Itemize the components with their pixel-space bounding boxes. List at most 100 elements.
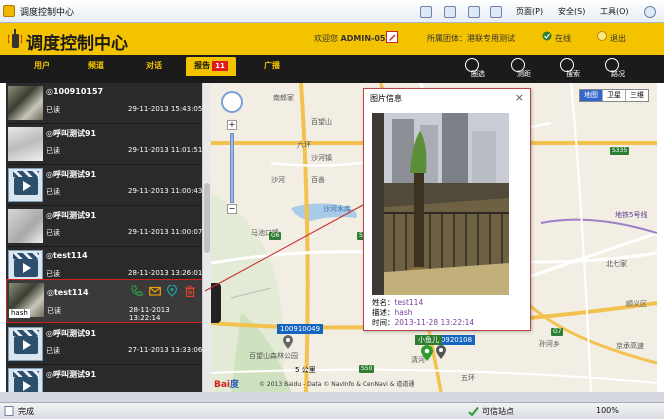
measure-tool[interactable]: 测距 (498, 58, 538, 82)
map-type-map[interactable]: 地图 (580, 90, 603, 101)
marker-label[interactable]: 100910049 (277, 324, 324, 334)
report-sender: ◎呼叫测试91 (46, 329, 97, 338)
tab-users[interactable]: 用户 (22, 55, 62, 83)
group-info: 所属团体：港联专用测试 (427, 34, 515, 43)
zoom-slider[interactable] (230, 133, 234, 203)
scrollbar-thumb[interactable] (204, 183, 210, 253)
app-title: 调度控制中心 (26, 34, 128, 54)
map-marker-icon[interactable] (283, 335, 293, 349)
road-tag: G6 (269, 232, 282, 240)
list-item[interactable]: ◎呼叫测试91 (6, 365, 204, 392)
report-sender: ◎test114 (46, 251, 88, 260)
reports-count-badge: 11 (212, 61, 228, 71)
mail-icon[interactable] (468, 4, 480, 19)
report-time: 28-11-2013 13:26:01 (128, 269, 203, 277)
list-item-selected[interactable]: hash ◎test114 已读 28-11-2013 13:22:14 (6, 279, 204, 323)
report-sender: ◎呼叫测试91 (46, 370, 97, 379)
home-icon[interactable] (420, 4, 432, 19)
trusted-sites-zone[interactable]: 可信站点 (482, 406, 514, 417)
page-menu[interactable]: 页面(P) (516, 4, 543, 19)
report-thumbnail[interactable] (8, 86, 43, 120)
sidebar-collapse-handle[interactable] (211, 283, 221, 323)
report-thumbnail[interactable] (8, 209, 43, 243)
report-sender: ◎呼叫测试91 (46, 170, 97, 179)
map-label: 百望山 (311, 118, 332, 126)
report-photo[interactable] (372, 113, 509, 295)
logout-link[interactable]: 退出 (610, 33, 626, 44)
rss-icon[interactable] (444, 4, 456, 19)
logout-icon[interactable] (597, 31, 607, 41)
sidebar-scrollbar[interactable] (202, 83, 211, 392)
report-thumbnail[interactable] (8, 127, 43, 161)
browser-page-title: 调度控制中心 (20, 8, 75, 18)
map-marker-icon[interactable] (421, 345, 433, 361)
report-status: 已读 (46, 347, 60, 355)
video-thumbnail[interactable] (8, 327, 43, 361)
image-info-popup: 图片信息 × 姓名：test114 描述：hash 时间：2013-11-28 … (363, 88, 531, 331)
mail-icon[interactable] (148, 285, 161, 297)
scale-label: 5 公里 (295, 366, 316, 374)
zoom-out-button[interactable]: − (227, 204, 237, 214)
list-item[interactable]: ◎呼叫测试91 已读 29-11-2013 11:00:43 (6, 165, 204, 206)
page-favicon-icon (3, 5, 15, 17)
road-tag: S50 (359, 365, 375, 373)
print-icon[interactable] (490, 4, 502, 19)
report-status: 已读 (46, 147, 60, 155)
browser-statusbar: 完成 可信站点 100% (0, 402, 664, 419)
list-item[interactable]: ◎呼叫测试91 已读 27-11-2013 13:33:06 (6, 324, 204, 365)
pan-control[interactable] (221, 91, 243, 113)
map-label: 百善 (311, 176, 325, 184)
video-thumbnail[interactable] (8, 368, 43, 392)
report-status: 已读 (46, 270, 60, 278)
page-icon (4, 406, 14, 416)
search-tool[interactable]: 搜索 (547, 58, 587, 82)
video-clapper-icon (13, 371, 39, 392)
video-clapper-icon (13, 253, 39, 277)
online-status[interactable]: 在线 (555, 33, 571, 44)
map-copyright: © 2013 Baidu - Data © NavInfo & CenNavi … (259, 381, 415, 388)
list-item[interactable]: ◎100910157 已读 29-11-2013 15:43:05 (6, 83, 204, 124)
list-item[interactable]: ◎呼叫测试91 已读 29-11-2013 11:01:51 (6, 124, 204, 165)
report-status: 已读 (46, 188, 60, 196)
road-tag: G7 (551, 328, 564, 336)
map-label: 顺义区 (626, 300, 647, 308)
username: ADMIN-05 (340, 34, 386, 43)
help-icon[interactable] (644, 4, 656, 19)
report-time: 29-11-2013 15:43:05 (128, 105, 203, 113)
zoom-in-button[interactable]: + (227, 120, 237, 130)
map-marker-icon[interactable] (436, 345, 446, 359)
map-label: 百望山森林公园 (249, 352, 298, 360)
tools-menu[interactable]: 工具(O) (600, 4, 629, 19)
marker-label[interactable]: 小鱼儿 (415, 335, 442, 345)
app-header: 调度控制中心 欢迎您 ADMIN-05 所属团体：港联专用测试 在线 退出 (0, 23, 664, 55)
status-done: 完成 (18, 407, 34, 416)
report-list: ◎100910157 已读 29-11-2013 15:43:05 ◎呼叫测试9… (6, 83, 204, 392)
tab-reports-label: 报告 (194, 61, 211, 70)
traffic-tool[interactable]: 路况 (592, 58, 632, 82)
tab-channels[interactable]: 频道 (76, 55, 116, 83)
map-label: 沙河镇 (311, 154, 332, 162)
map-label: 孙河乡 (539, 340, 560, 348)
close-icon[interactable]: × (515, 91, 524, 104)
baidu-logo: Bai度 (214, 380, 240, 390)
list-item[interactable]: ◎呼叫测试91 已读 29-11-2013 11:00:07 (6, 206, 204, 247)
map-type-satellite[interactable]: 卫星 (603, 90, 626, 101)
phone-icon[interactable] (131, 285, 143, 297)
safety-menu[interactable]: 安全(S) (558, 4, 585, 19)
road-tag: S335 (610, 147, 630, 155)
video-clapper-icon (13, 330, 39, 354)
location-pin-icon[interactable] (166, 285, 178, 297)
delete-icon[interactable] (184, 285, 196, 297)
report-time: 29-11-2013 11:01:51 (128, 146, 203, 154)
tab-broadcast[interactable]: 广播 (252, 55, 292, 83)
map-type-3d[interactable]: 三维 (626, 90, 648, 101)
report-sender: ◎100910157 (46, 87, 104, 96)
map-type-switcher: 地图 卫星 三维 (579, 89, 649, 102)
circle-select-tool[interactable]: 圈选 (452, 58, 492, 82)
video-thumbnail[interactable] (8, 168, 43, 202)
zoom-level[interactable]: 100% (596, 406, 619, 415)
map-label: 京承高速 (616, 342, 644, 350)
tab-reports[interactable]: 报告 11 (186, 57, 236, 76)
edit-icon[interactable] (386, 31, 398, 43)
tab-conversations[interactable]: 对话 (134, 55, 174, 83)
